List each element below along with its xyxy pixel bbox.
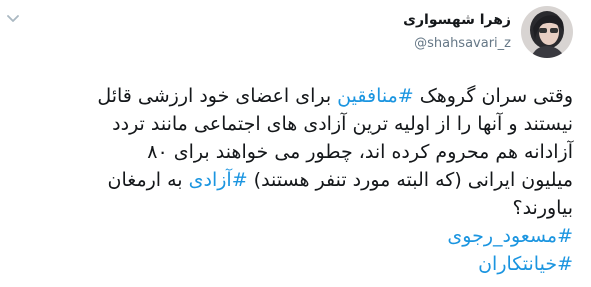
hashtag-link[interactable]: #مسعود_رجوی [447, 225, 573, 247]
tweet-line: آزادانه هم محروم کرده اند، چطور می خواهن… [147, 141, 573, 163]
text-run: وقتی سران گروهک [413, 85, 573, 107]
text-run: برای اعضای خود ارزشی قائل [97, 85, 338, 107]
tweet-line: بیاورند؟ [512, 197, 573, 219]
tweet-text: وقتی سران گروهک #منافقین برای اعضای خود … [13, 82, 573, 278]
author-name[interactable]: زهرا شهسواری [403, 11, 511, 29]
tweet-line: #خیانتکاران [13, 250, 573, 278]
profile-photo [521, 6, 573, 58]
text-run: به ارمغان [107, 169, 189, 191]
tweet-menu-button[interactable] [6, 14, 20, 24]
author-handle[interactable]: @shahsavari_z [414, 36, 511, 52]
tweet-line: میلیون ایرانی (که البته مورد تنفر هستند)… [13, 166, 573, 194]
hashtag-link[interactable]: #خیانتکاران [478, 253, 573, 275]
tweet-line: نیستند و آنها را از اولیه ترین آزادی های… [112, 113, 573, 135]
tweet-line: وقتی سران گروهک #منافقین برای اعضای خود … [13, 82, 573, 110]
hashtag-link[interactable]: #منافقین [337, 85, 414, 107]
tweet-card: زهرا شهسواری @shahsavari_z وقتی سران گرو… [0, 0, 591, 287]
tweet-line: #مسعود_رجوی [13, 222, 573, 250]
hashtag-link[interactable]: #آزادی [189, 169, 248, 191]
author-avatar[interactable] [521, 6, 573, 58]
text-run: میلیون ایرانی (که البته مورد تنفر هستند) [247, 169, 573, 191]
chevron-down-icon [7, 15, 19, 22]
